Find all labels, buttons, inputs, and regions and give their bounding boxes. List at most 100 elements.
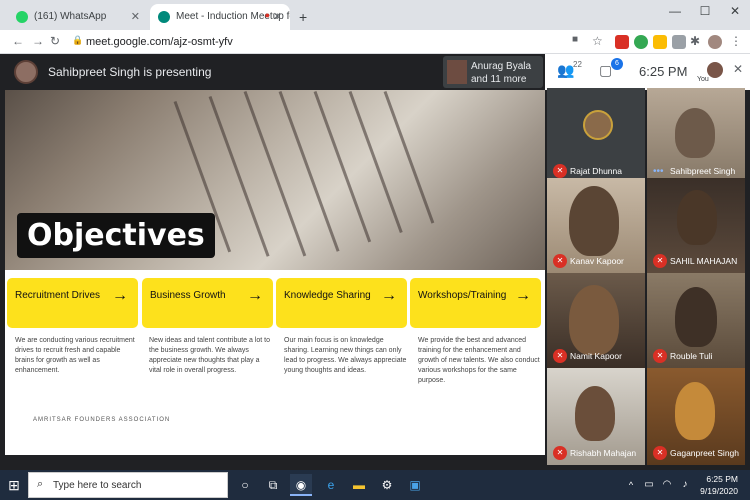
maximize-icon[interactable]: ☐ [690, 4, 720, 18]
close-window-icon[interactable]: ✕ [720, 4, 750, 18]
tab-meet[interactable]: Meet - Induction Meetup fo ● ✕ [150, 4, 290, 30]
reload-icon[interactable]: ↻ [50, 34, 60, 48]
clock-date: 9/19/2020 [700, 486, 738, 496]
tab-whatsapp[interactable]: (161) WhatsApp ✕ [8, 4, 148, 30]
pinned-more: and 11 more [471, 74, 527, 85]
card-title: Workshops/Training [418, 290, 507, 301]
back-icon[interactable]: ← [12, 34, 24, 48]
browser-toolbar: ← → ↻ 🔒 meet.google.com/ajz-osmt-yfv ■ ☆… [0, 30, 750, 54]
edge-icon[interactable]: e [320, 474, 342, 496]
browser-tab-bar: (161) WhatsApp ✕ Meet - Induction Meetup… [0, 0, 750, 30]
settings-gear-icon[interactable]: ⚙ [376, 474, 398, 496]
card-description: New ideas and talent contribute a lot to… [149, 337, 271, 374]
participant-name: Rishabh Mahajan [570, 448, 637, 458]
profile-avatar[interactable] [708, 35, 722, 49]
volume-icon[interactable]: ♪ [674, 474, 696, 496]
url-text: meet.google.com/ajz-osmt-yfv [86, 36, 233, 48]
speaking-indicator-icon: ••• [653, 166, 664, 177]
objective-card: Workshops/Training → [410, 278, 541, 328]
participant-tile[interactable]: ✕ Rajat Dhunna [547, 88, 645, 183]
windows-taskbar: ⊞ ⌕ Type here to search ○ ⧉ ◉ e ▬ ⚙ ▣ ^ … [0, 470, 750, 500]
cortana-icon[interactable]: ○ [234, 474, 256, 496]
objective-card: Knowledge Sharing → [276, 278, 407, 328]
tab-title: (161) WhatsApp [34, 11, 107, 22]
participant-tile[interactable]: ✕ Gaganpreet Singh [647, 368, 745, 465]
address-bar[interactable]: 🔒 meet.google.com/ajz-osmt-yfv [70, 33, 610, 51]
arrow-right-icon: → [112, 287, 128, 304]
arrow-right-icon: → [381, 287, 397, 304]
new-tab-button[interactable]: + [294, 4, 314, 30]
chrome-icon[interactable]: ◉ [290, 474, 312, 496]
windows-start-icon[interactable]: ⊞ [0, 470, 28, 500]
forward-icon[interactable]: → [32, 34, 44, 48]
avatar [447, 60, 467, 84]
arrow-right-icon: → [247, 287, 263, 304]
participant-name: Rajat Dhunna [570, 166, 622, 176]
participant-video [677, 190, 717, 245]
participant-video [569, 186, 619, 256]
mic-off-icon: ✕ [553, 349, 567, 363]
participant-video [575, 386, 615, 441]
objective-card: Business Growth → [142, 278, 273, 328]
mic-off-icon: ✕ [553, 164, 567, 178]
arrow-right-icon: → [515, 287, 531, 304]
extension-icon[interactable] [672, 35, 686, 49]
pinned-participants[interactable]: Anurag Byala and 11 more [443, 56, 543, 88]
card-title: Knowledge Sharing [284, 290, 371, 301]
participant-name: Kanav Kapoor [570, 256, 624, 266]
recording-icon: ● [264, 10, 270, 20]
participant-name: Namit Kapoor [570, 351, 622, 361]
card-description: We are conducting various recruitment dr… [15, 337, 135, 374]
mic-off-icon: ✕ [653, 446, 667, 460]
bookmark-star-icon[interactable]: ☆ [592, 34, 603, 48]
close-tab-icon[interactable]: ✕ [273, 10, 282, 23]
photos-icon[interactable]: ▣ [404, 474, 426, 496]
minimize-icon[interactable]: — [660, 4, 690, 18]
file-explorer-icon[interactable]: ▬ [348, 474, 370, 496]
puzzle-icon[interactable]: ✱ [690, 34, 700, 48]
participant-tile[interactable]: ✕ Rouble Tuli [647, 273, 745, 368]
extension-icon[interactable] [634, 35, 648, 49]
slide-footer: AMRITSAR FOUNDERS ASSOCIATION [33, 417, 171, 423]
participant-tile[interactable]: ✕ Rishabh Mahajan [547, 368, 645, 465]
mic-off-icon: ✕ [653, 254, 667, 268]
meeting-time: 6:25 PM [639, 64, 688, 79]
participant-video [675, 108, 715, 158]
objective-card: Recruitment Drives → [7, 278, 138, 328]
participant-video [675, 382, 715, 440]
participant-tile[interactable]: ✕ Namit Kapoor [547, 273, 645, 368]
close-icon[interactable]: ✕ [733, 62, 743, 76]
participant-tile[interactable]: ••• Sahibpreet Singh [647, 88, 745, 183]
chat-badge: 6 [611, 58, 623, 70]
you-label: You [697, 76, 709, 83]
extension-icon[interactable] [615, 35, 629, 49]
camera-indicator-icon[interactable]: ■ [572, 34, 578, 45]
participant-tile[interactable]: ✕ Kanav Kapoor [547, 178, 645, 273]
clock-time: 6:25 PM [706, 474, 738, 484]
mic-off-icon: ✕ [553, 254, 567, 268]
participant-tile[interactable]: ✕ SAHIL MAHAJAN [647, 178, 745, 273]
task-view-icon[interactable]: ⧉ [262, 474, 284, 496]
mic-off-icon: ✕ [553, 446, 567, 460]
participant-video [675, 287, 717, 347]
search-icon: ⌕ [37, 478, 44, 490]
slide-title: Objectives [17, 213, 215, 258]
self-avatar [707, 62, 723, 78]
meet-icon [158, 11, 170, 23]
pinned-name: Anurag Byala [471, 61, 532, 72]
whatsapp-icon [16, 11, 28, 23]
close-tab-icon[interactable]: ✕ [131, 10, 140, 23]
menu-icon[interactable]: ⋮ [730, 34, 742, 48]
extension-icon[interactable] [653, 35, 667, 49]
participant-name: Sahibpreet Singh [670, 166, 736, 176]
mic-off-icon: ✕ [653, 349, 667, 363]
participant-name: SAHIL MAHAJAN [670, 256, 738, 266]
people-icon[interactable]: 👥 [557, 62, 574, 79]
taskbar-search-box[interactable]: ⌕ Type here to search [28, 472, 228, 498]
card-title: Business Growth [150, 290, 226, 301]
lock-icon: 🔒 [72, 35, 84, 45]
taskbar-clock[interactable]: 6:25 PM 9/19/2020 [700, 473, 738, 497]
card-title: Recruitment Drives [15, 290, 101, 301]
participant-name: Rouble Tuli [670, 351, 713, 361]
stage-bottom [0, 455, 545, 470]
